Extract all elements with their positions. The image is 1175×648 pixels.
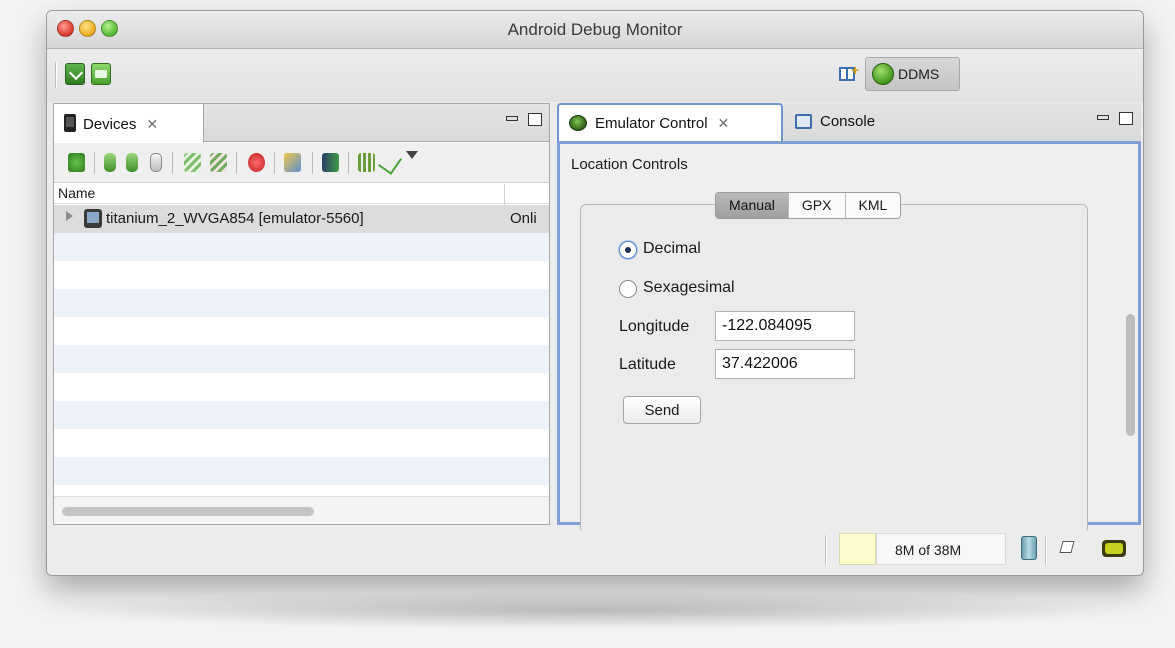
toolbar-separator (236, 152, 237, 174)
location-mode-tabs: Manual GPX KML (715, 192, 902, 219)
opengl-trace-icon[interactable] (377, 150, 403, 175)
devices-table: titanium_2_WVGA854 [emulator-5560] Onli (54, 205, 549, 495)
table-row (54, 345, 549, 373)
stop-process-icon[interactable] (248, 153, 265, 172)
table-row (54, 261, 549, 289)
update-threads-icon[interactable] (184, 153, 201, 172)
emulator-device-icon (84, 209, 102, 228)
tab-emulator-control[interactable]: Emulator Control ✕ (557, 103, 783, 142)
scrollbar-thumb[interactable] (62, 507, 314, 516)
console-icon (795, 114, 812, 129)
dump-hprof-icon[interactable] (126, 153, 138, 172)
table-row (54, 289, 549, 317)
longitude-input[interactable] (715, 311, 855, 341)
heap-usage-indicator (839, 533, 876, 565)
install-icon[interactable] (65, 63, 85, 85)
app-window: Android Debug Monitor + DDMS Devices ✕ N… (46, 10, 1144, 576)
status-separator (1045, 535, 1047, 565)
update-heap-icon[interactable] (104, 153, 116, 172)
toolbar-separator (312, 152, 313, 174)
tab-console[interactable]: Console (785, 103, 885, 141)
vertical-scrollbar[interactable] (1124, 184, 1136, 514)
emulator-icon (569, 115, 587, 131)
latitude-label: Latitude (619, 356, 676, 373)
debug-process-icon[interactable] (68, 153, 85, 172)
table-row (54, 457, 549, 485)
window-title: Android Debug Monitor (507, 20, 683, 39)
toolbar-grip[interactable] (55, 62, 57, 88)
toolbar-separator (348, 152, 349, 174)
latitude-input[interactable] (715, 349, 855, 379)
table-row (54, 373, 549, 401)
close-tab-icon[interactable]: ✕ (146, 116, 158, 132)
table-row (54, 233, 549, 261)
toolbar-separator (274, 152, 275, 174)
console-tab-label: Console (820, 113, 876, 130)
tab-devices[interactable]: Devices ✕ (54, 104, 204, 143)
send-button[interactable]: Send (623, 396, 701, 424)
status-bar: 8M of 38M (47, 531, 1143, 575)
scrollbar-thumb[interactable] (1126, 314, 1135, 436)
emulator-tabstrip: Emulator Control ✕ Console (557, 103, 1141, 142)
main-toolbar: + DDMS (47, 50, 1143, 102)
ddms-perspective-button[interactable]: DDMS (865, 57, 960, 91)
maximize-view-icon[interactable] (528, 113, 542, 126)
status-separator (825, 535, 827, 565)
title-bar[interactable]: Android Debug Monitor (47, 11, 1143, 49)
location-controls-title: Location Controls (571, 156, 688, 173)
open-perspective-button[interactable]: + (833, 58, 865, 90)
device-status: Onli (510, 210, 537, 227)
emulator-tab-label: Emulator Control (595, 115, 708, 132)
maximize-view-icon[interactable] (1119, 112, 1133, 125)
minimize-view-icon[interactable] (506, 116, 518, 121)
emulator-control-body: Location Controls Decimal Sexagesimal Lo… (557, 141, 1141, 534)
cause-gc-icon[interactable] (150, 153, 162, 172)
dump-view-hierarchy-icon[interactable] (322, 153, 339, 172)
table-row[interactable]: titanium_2_WVGA854 [emulator-5560] Onli (54, 205, 549, 233)
minimize-view-icon[interactable] (1097, 115, 1109, 120)
location-group: Decimal Sexagesimal Longitude Latitude S… (580, 204, 1088, 534)
devices-toolbar (54, 143, 549, 183)
tab-kml[interactable]: KML (846, 193, 901, 218)
tab-manual[interactable]: Manual (716, 193, 789, 218)
table-row (54, 429, 549, 457)
window-shadow (40, 590, 1140, 630)
table-row (54, 485, 549, 495)
radio-unselected-icon (619, 280, 637, 298)
column-header-name[interactable]: Name (58, 185, 95, 201)
radio-sexagesimal-label: Sexagesimal (643, 279, 735, 296)
devices-tabstrip: Devices ✕ (54, 104, 549, 143)
device-name: titanium_2_WVGA854 [emulator-5560] (106, 210, 364, 227)
phone-icon (64, 114, 76, 132)
tab-gpx[interactable]: GPX (789, 193, 846, 218)
radio-decimal-label: Decimal (643, 240, 701, 257)
plus-icon: + (851, 62, 860, 78)
progress-view-icon[interactable] (1059, 541, 1075, 553)
radio-selected-icon (619, 241, 637, 259)
screen-capture-icon[interactable] (284, 153, 301, 172)
close-tab-icon[interactable]: ✕ (718, 115, 730, 131)
start-method-profiling-icon[interactable] (210, 153, 227, 172)
horizontal-scrollbar[interactable] (54, 496, 549, 524)
table-row (54, 401, 549, 429)
longitude-label: Longitude (619, 318, 690, 335)
ddms-icon (872, 63, 894, 85)
heap-status: 8M of 38M (876, 533, 1006, 565)
emulator-control-view: Emulator Control ✕ Console Location Contr… (557, 103, 1141, 534)
table-row (54, 317, 549, 345)
expand-arrow-icon[interactable] (66, 211, 73, 221)
view-menu-chevron-down-icon[interactable] (406, 151, 418, 159)
android-status-icon[interactable] (1102, 540, 1126, 557)
toolbar-separator (172, 152, 173, 174)
systrace-icon[interactable] (358, 153, 375, 172)
devices-table-header: Name (54, 184, 549, 484)
ddms-label: DDMS (898, 66, 940, 82)
toolbar-separator (94, 152, 95, 174)
devices-view: Devices ✕ Name titanium_2_WVGA854 [emula… (53, 103, 550, 525)
devices-tab-label: Devices (83, 116, 137, 133)
run-garbage-collector-icon[interactable] (1021, 536, 1037, 560)
android-device-icon[interactable] (91, 63, 111, 85)
